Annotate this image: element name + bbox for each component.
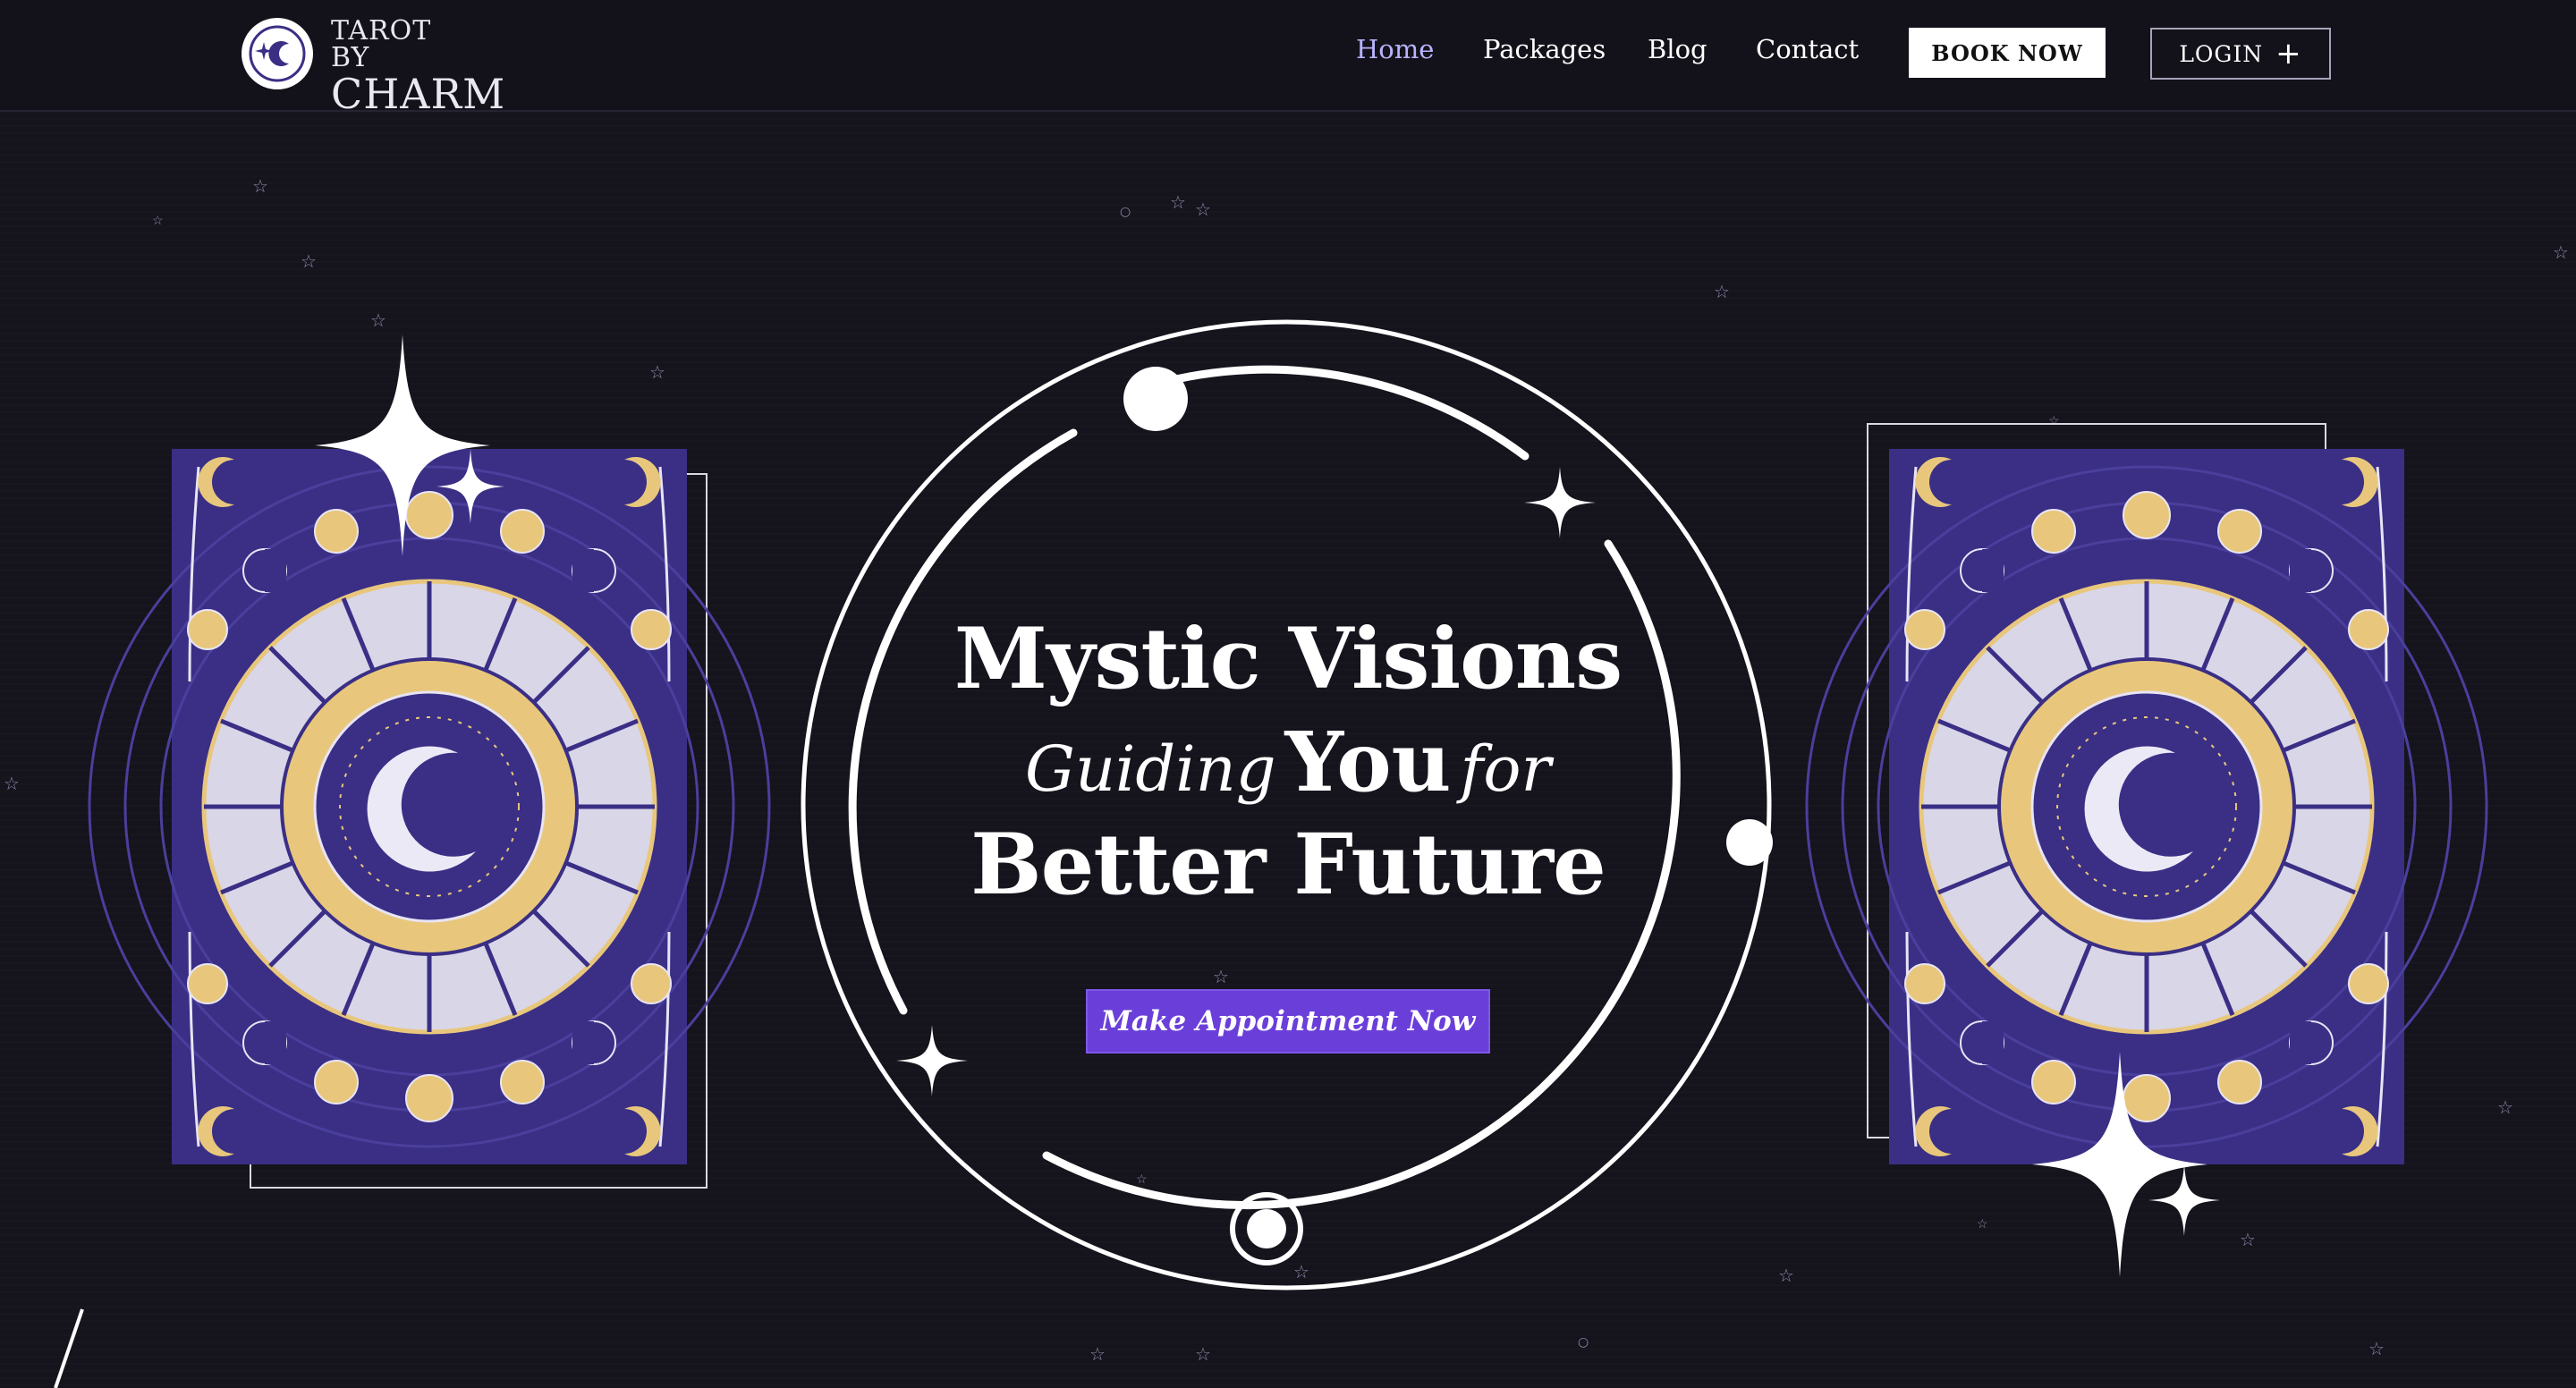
tarot-card-left [89,449,769,1189]
tarot-card-right [1807,423,2487,1164]
hero-subtitle: Guiding You for [930,721,1646,803]
hero-subtitle-part1: Guiding [1025,732,1276,806]
hero-title: Mystic Visions [953,610,1623,708]
hero-heading: Mystic Visions Guiding You for Better Futu… [930,617,1646,907]
decorative-line [54,1308,84,1388]
hero-title-line3: Better Future [970,816,1606,914]
hero-subtitle-strong: You [1284,714,1452,810]
hero-subtitle-part2: for [1460,732,1551,806]
make-appointment-button[interactable]: Make Appointment Now [1086,989,1490,1054]
